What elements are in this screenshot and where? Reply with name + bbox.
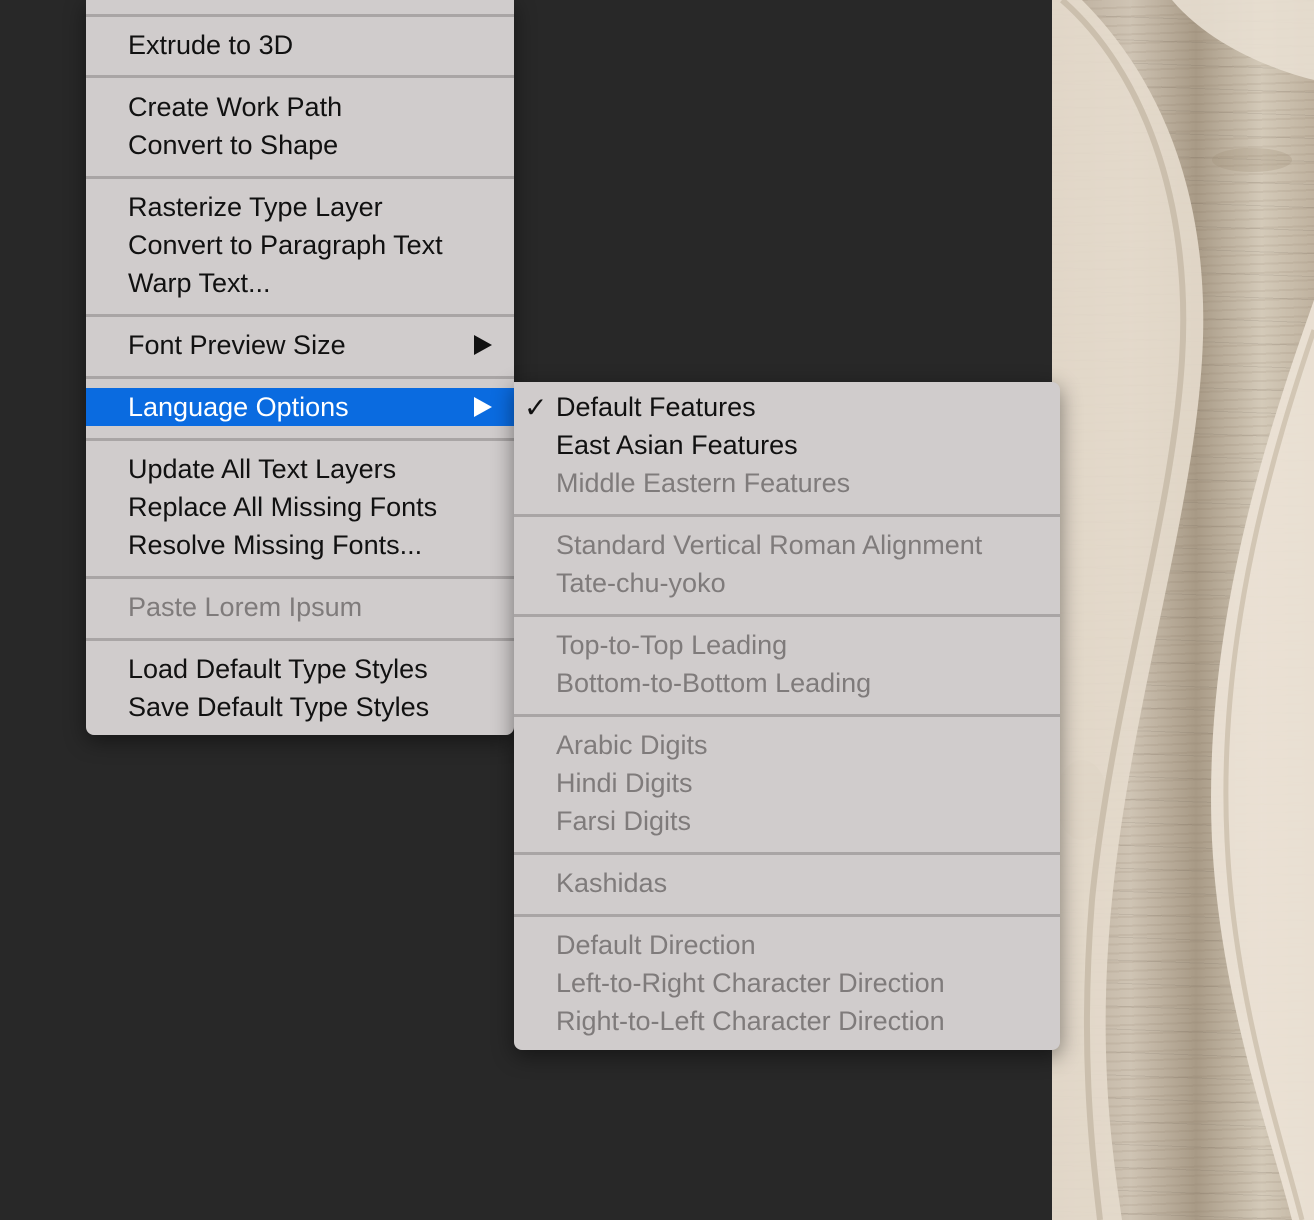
menu-separator [86,314,514,317]
canvas-photo-wooden-spoons [1052,0,1314,1220]
triangle-right-icon [474,397,492,417]
menu-item-convert-to-paragraph-text[interactable]: Convert to Paragraph Text [86,226,514,264]
menu-item-warp-text[interactable]: Warp Text... [86,264,514,302]
submenu-item-middle-eastern-features: Middle Eastern Features [556,467,851,498]
submenu-item-east-asian-features[interactable]: East Asian Features [514,426,1060,464]
menu-separator [514,514,1060,517]
menu-item-language-options[interactable]: Language Options [86,388,514,426]
submenu-item-ltr-character-direction: Left-to-Right Character Direction [556,967,945,998]
menu-separator [514,852,1060,855]
submenu-item-default-direction: Default Direction [556,929,756,960]
submenu-item-bottom-to-bottom-leading: Bottom-to-Bottom Leading [556,667,872,698]
type-context-menu: Extrude to 3D Create Work Path Convert t… [86,0,514,735]
menu-separator [86,75,514,78]
menu-separator [514,714,1060,717]
menu-separator [514,914,1060,917]
menu-item-save-default-type-styles[interactable]: Save Default Type Styles [86,688,514,726]
submenu-item-kashidas: Kashidas [556,867,668,898]
menu-separator [86,638,514,641]
menu-item-paste-lorem-ipsum: Paste Lorem Ipsum [128,591,363,622]
menu-separator [86,576,514,579]
menu-item-load-default-type-styles[interactable]: Load Default Type Styles [86,650,514,688]
submenu-item-hindi-digits: Hindi Digits [556,767,693,798]
menu-item-resolve-missing-fonts[interactable]: Resolve Missing Fonts... [86,526,514,564]
submenu-item-tate-chu-yoko: Tate-chu-yoko [556,567,726,598]
submenu-item-arabic-digits: Arabic Digits [556,729,708,760]
submenu-item-rtl-character-direction: Right-to-Left Character Direction [556,1005,945,1036]
menu-separator [86,438,514,441]
submenu-item-top-to-top-leading: Top-to-Top Leading [556,629,788,660]
language-options-submenu: ✓ Default Features East Asian Features M… [514,382,1060,1050]
menu-item-update-all-text-layers[interactable]: Update All Text Layers [86,450,514,488]
submenu-item-standard-vertical-roman-alignment: Standard Vertical Roman Alignment [556,529,983,560]
checkmark-icon: ✓ [524,391,548,424]
menu-item-create-work-path[interactable]: Create Work Path [86,88,514,126]
menu-separator [86,176,514,179]
menu-item-font-preview-size[interactable]: Font Preview Size [86,326,514,364]
menu-item-extrude-to-3d[interactable]: Extrude to 3D [86,26,514,64]
submenu-item-farsi-digits: Farsi Digits [556,805,692,836]
triangle-right-icon [474,335,492,355]
submenu-item-default-features[interactable]: ✓ Default Features [514,388,1060,426]
menu-item-replace-all-missing-fonts[interactable]: Replace All Missing Fonts [86,488,514,526]
menu-item-convert-to-shape[interactable]: Convert to Shape [86,126,514,164]
menu-separator [86,376,514,379]
menu-item-rasterize-type-layer[interactable]: Rasterize Type Layer [86,188,514,226]
menu-separator [86,14,514,17]
menu-separator [514,614,1060,617]
